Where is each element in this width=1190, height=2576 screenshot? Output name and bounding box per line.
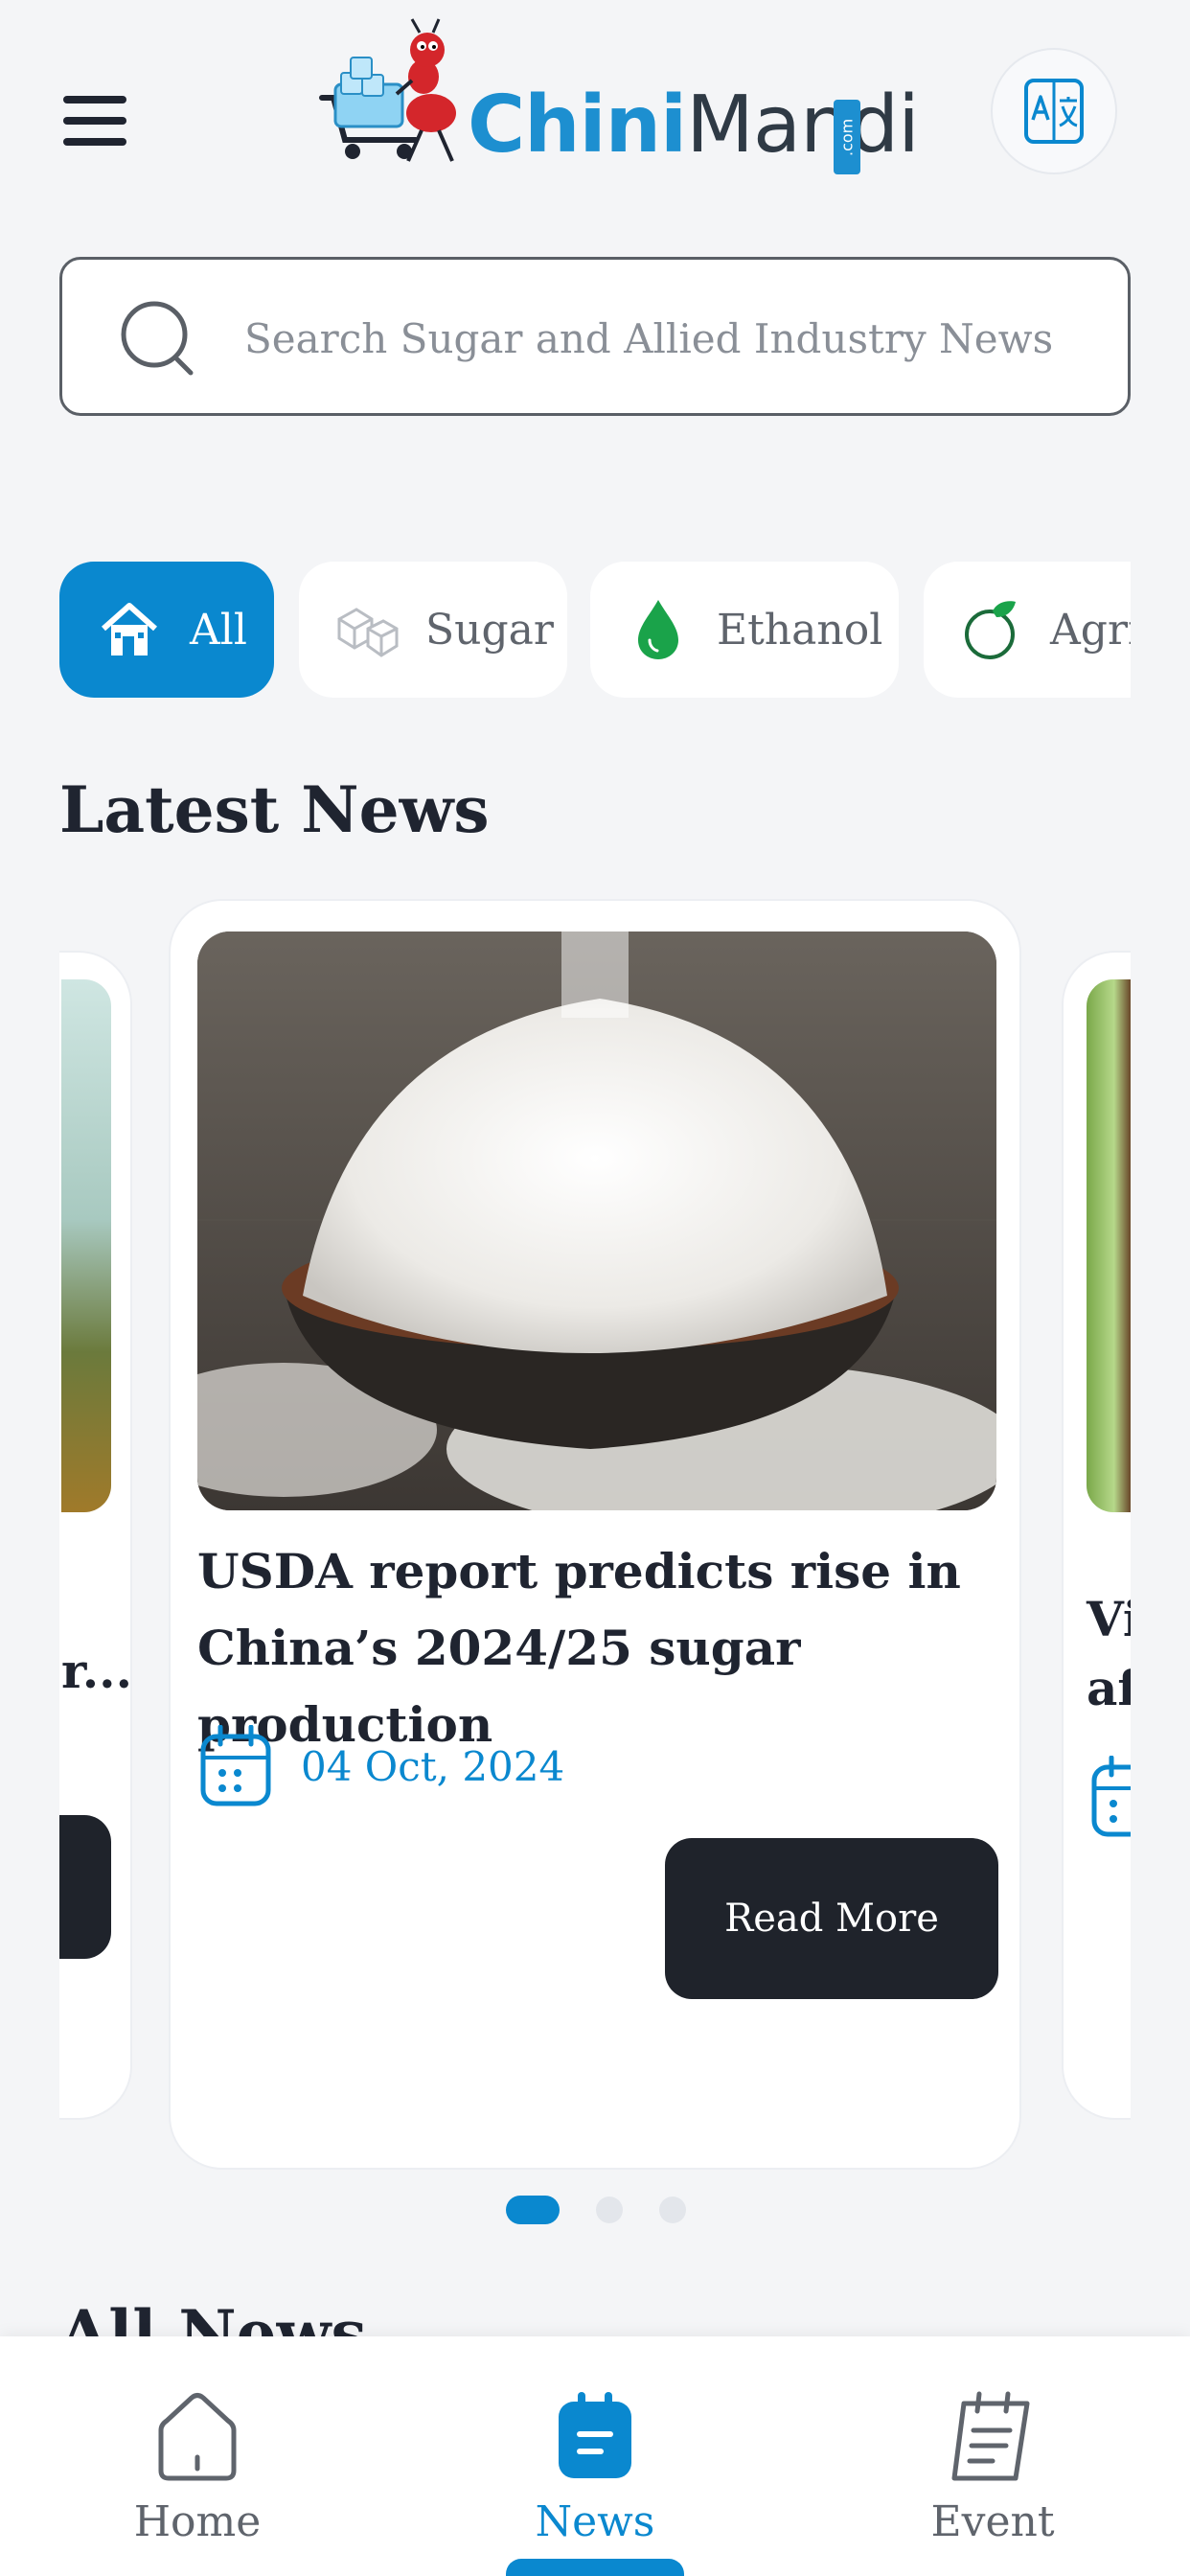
home-outline-icon <box>158 2393 237 2481</box>
tab-agri-label: Agri- <box>1050 605 1131 655</box>
nav-home-label: Home <box>133 2497 262 2546</box>
news-card[interactable]: USDA report predicts rise in China’s 202… <box>169 899 1021 2170</box>
latest-news-heading: Latest News <box>59 772 490 847</box>
tab-sugar-label: Sugar <box>425 605 554 655</box>
translate-button[interactable] <box>991 48 1117 174</box>
pagination-dot-2[interactable] <box>596 2196 623 2223</box>
pagination-dot-3[interactable] <box>659 2196 686 2223</box>
news-card-date: 04 Oct, 2024 <box>301 1742 565 1790</box>
next-card-image <box>1087 979 1131 1512</box>
carousel-pagination <box>506 2195 686 2225</box>
nav-news[interactable]: News <box>470 2336 720 2576</box>
tab-all-label: All <box>190 605 247 655</box>
next-card-title-line-2: aft <box>1087 1660 1131 1716</box>
next-card-title: Vi aft <box>1087 1585 1131 1723</box>
latest-news-carousel[interactable]: r... USDA report predicts rise in China’… <box>59 899 1131 2183</box>
read-more-button[interactable]: Read More <box>665 1838 998 1999</box>
chinimandi-logo: ChiniMandi .com <box>316 17 920 174</box>
pagination-dot-1[interactable] <box>506 2196 560 2224</box>
search-bar[interactable] <box>59 257 1131 416</box>
nav-home[interactable]: Home <box>73 2336 322 2576</box>
hamburger-menu-icon[interactable] <box>63 96 126 146</box>
app-header: ChiniMandi .com <box>0 0 1190 220</box>
prev-card-read-more-button[interactable] <box>59 1815 111 1959</box>
prev-card-image <box>61 979 111 1512</box>
nav-event-label: Event <box>930 2497 1055 2546</box>
tab-ethanol[interactable]: Ethanol <box>590 562 899 698</box>
sugar-bowl-image <box>197 932 996 1510</box>
tab-ethanol-label: Ethanol <box>717 605 883 655</box>
news-icon <box>559 2392 631 2478</box>
news-card-date-row: 04 Oct, 2024 <box>199 1723 564 1809</box>
translate-icon <box>1024 79 1084 144</box>
calendar-icon <box>200 1725 271 1806</box>
calendar-icon <box>1091 1756 1131 1837</box>
sugar-cubes-icon <box>337 608 399 657</box>
tab-sugar[interactable]: Sugar <box>299 562 567 698</box>
nav-event[interactable]: Event <box>868 2336 1117 2576</box>
ant-mascot-icon <box>319 18 456 162</box>
search-icon <box>121 301 194 376</box>
home-icon <box>102 603 157 656</box>
logo-mandi: Mandi <box>686 80 920 171</box>
nav-news-label: News <box>535 2497 655 2546</box>
active-nav-indicator <box>506 2559 684 2576</box>
tab-agri[interactable]: Agri- <box>924 562 1131 698</box>
news-card-image <box>197 932 996 1510</box>
drop-icon <box>638 600 678 659</box>
news-card-prev[interactable]: r... <box>59 951 132 2120</box>
next-card-title-line-1: Vi <box>1087 1591 1131 1647</box>
bottom-navigation: Home News Event <box>0 2336 1190 2576</box>
search-input[interactable] <box>244 298 1087 379</box>
news-card-next[interactable]: Vi aft <box>1062 951 1131 2120</box>
leaf-icon <box>965 601 1016 659</box>
logo-com-badge: .com <box>834 100 860 174</box>
prev-card-title: r... <box>61 1643 132 1699</box>
tab-all[interactable]: All <box>59 562 274 698</box>
category-tabs: All Sugar Ethanol Agri- <box>59 562 1131 698</box>
logo-chini: Chini <box>468 80 687 171</box>
event-icon <box>951 2391 1030 2481</box>
